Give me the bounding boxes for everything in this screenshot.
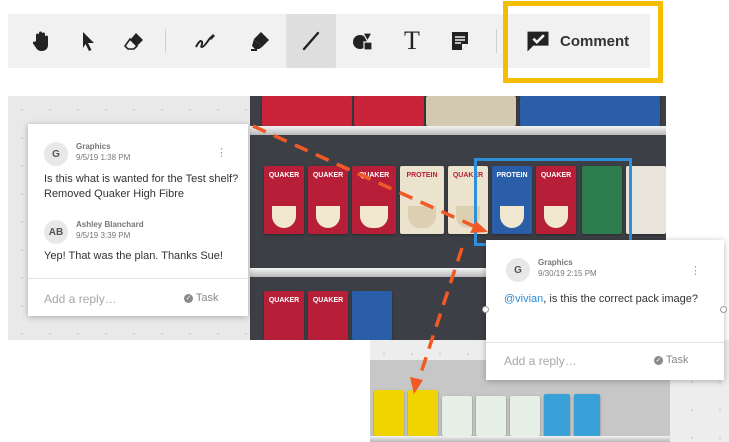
reply-input[interactable]: Add a reply… [504,354,577,368]
pack-brand: QUAKER [268,297,300,304]
task-button[interactable]: ✓ Task [184,292,218,304]
avatar: G [44,142,68,166]
comment-message: @vivian, is this the correct pack image? [504,292,714,307]
pack-label: PROTEIN [406,172,438,179]
pack-brand: QUAKER [358,172,390,179]
select-arrow-icon[interactable] [68,14,108,68]
cereal-bowl [316,206,340,228]
detergent-box [544,394,570,436]
reply-message: Yep! That was the plan. Thanks Sue! [44,250,223,262]
avatar: AB [44,220,68,244]
comment-author: Graphics [76,142,111,151]
text-tool-glyph: T [404,26,420,55]
product-pack [426,96,516,126]
cereal-bowl [408,206,436,228]
line-icon[interactable] [286,14,336,68]
toolbar-divider [496,29,497,53]
product-pack [262,96,352,126]
check-circle-icon: ✓ [654,355,663,365]
product-pack [352,291,392,340]
detergent-bottle [476,396,506,436]
highlighter-icon[interactable] [240,14,280,68]
eraser-icon[interactable] [114,14,154,68]
avatar: G [506,258,530,282]
comment-time: 9/30/19 2:15 PM [538,269,597,278]
card-anchor [720,306,727,313]
selection-box[interactable] [474,158,632,246]
quaker-pack: QUAKER [308,291,348,340]
comment-thread-1[interactable]: G Graphics 9/5/19 1:38 PM ⋮ Is this what… [28,124,248,316]
freehand-pen-icon[interactable] [186,14,226,68]
detergent-bottle [408,390,438,436]
card-anchor [482,306,489,313]
divider [486,342,724,343]
cereal-bowl [360,206,388,228]
detergent-bottle [510,396,540,436]
pack-brand: QUAKER [312,297,344,304]
quaker-pack: QUAKER [264,166,304,234]
cereal-bowl [272,206,296,228]
pan-hand-icon[interactable] [22,14,62,68]
product-pack [520,96,660,126]
comment-thread-2[interactable]: G Graphics 9/30/19 2:15 PM ⋮ @vivian, is… [482,240,727,380]
product-pack [626,166,666,234]
divider [28,278,248,279]
reply-time: 9/5/19 3:39 PM [76,231,131,240]
quaker-pack: QUAKER [352,166,396,234]
comment-message: Is this what is wanted for the Test shel… [44,173,239,200]
quaker-pack: QUAKER [308,166,348,234]
shelf-edge [370,436,670,442]
shapes-icon[interactable] [342,14,382,68]
reply-author: Ashley Blanchard [76,220,144,229]
mention-link[interactable]: @vivian [504,293,543,305]
comment-time: 9/5/19 1:38 PM [76,153,131,162]
more-options-icon[interactable]: ⋮ [690,264,701,277]
check-circle-icon: ✓ [184,293,193,303]
detergent-box [574,394,600,436]
comment-text: , is this the correct pack image? [543,293,698,305]
comment-highlight-box [503,1,663,83]
task-label: Task [665,354,689,366]
pack-brand: QUAKER [312,172,344,179]
task-label: Task [195,292,219,304]
task-button[interactable]: ✓ Task [654,354,688,366]
detergent-bottle [442,396,472,436]
product-pack [354,96,424,126]
reply-input[interactable]: Add a reply… [44,292,117,306]
shelf-edge [250,126,666,135]
comment-author: Graphics [538,258,573,267]
more-options-icon[interactable]: ⋮ [216,146,227,159]
detergent-bottle [374,390,404,436]
pack-brand: QUAKER [268,172,300,179]
quaker-pack: PROTEIN [400,166,444,234]
note-icon[interactable] [440,14,480,68]
toolbar-divider [165,29,166,53]
quaker-pack: QUAKER [264,291,304,340]
text-icon[interactable]: T [392,14,432,68]
